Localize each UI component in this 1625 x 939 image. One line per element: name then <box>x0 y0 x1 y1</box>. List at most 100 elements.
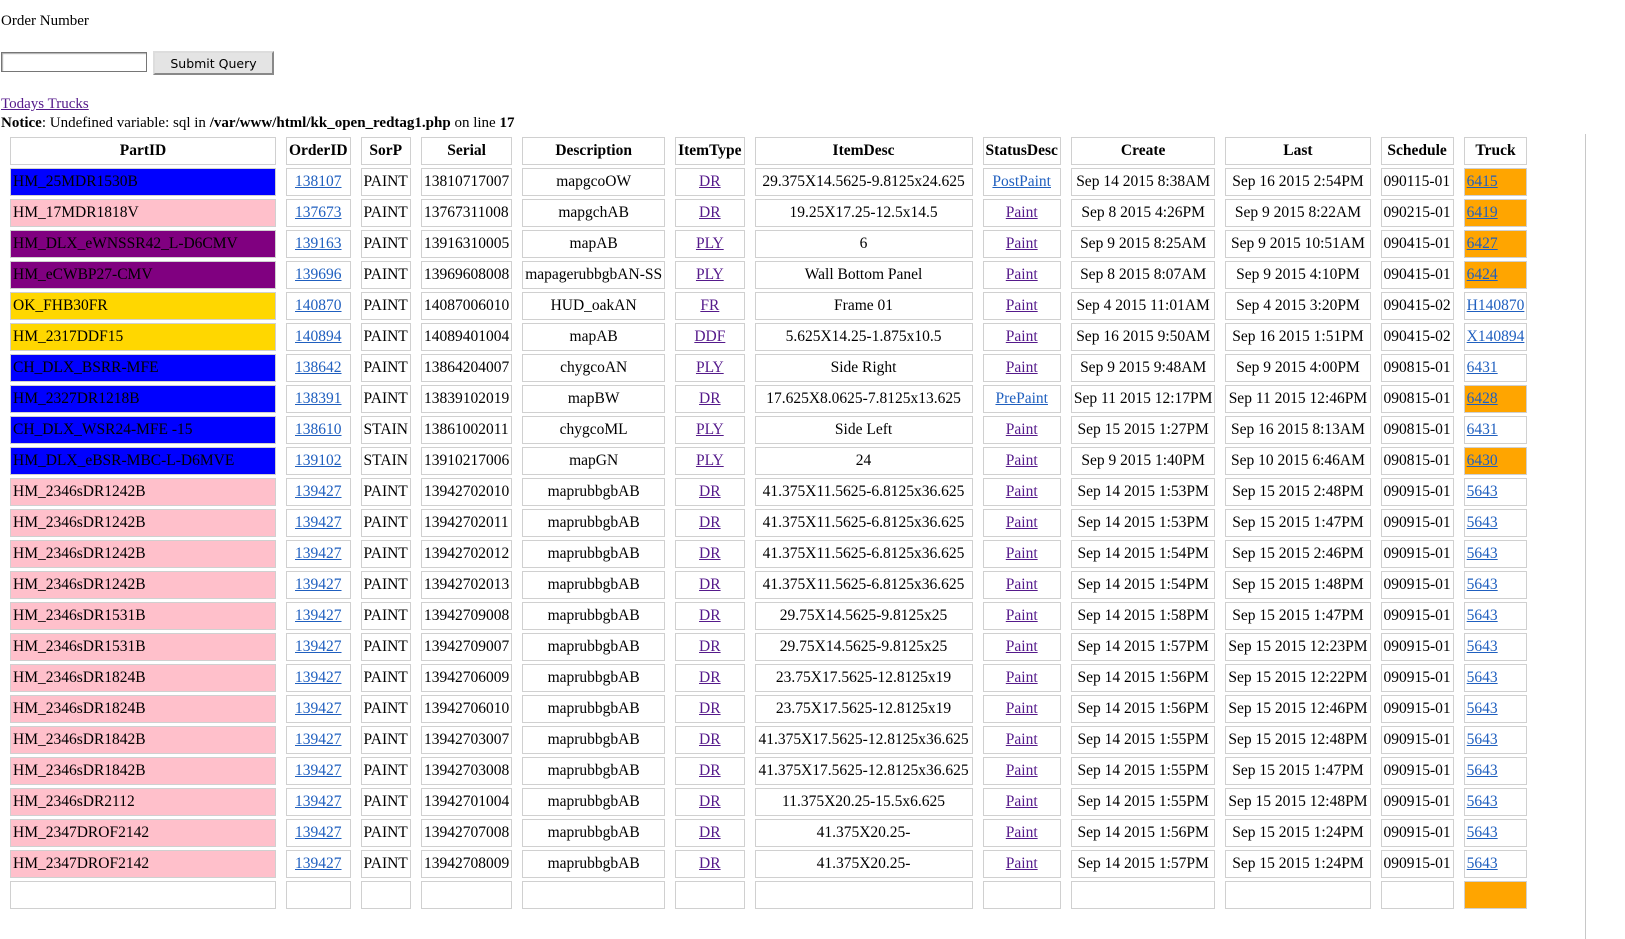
item-type-cell[interactable]: DR <box>675 850 745 878</box>
order-id-link[interactable]: 138610 <box>295 421 342 438</box>
truck-cell[interactable]: 5643 <box>1463 571 1528 599</box>
item-type-link[interactable]: DR <box>699 204 721 221</box>
item-type-cell[interactable] <box>675 881 745 909</box>
status-link[interactable]: Paint <box>1006 297 1038 314</box>
order-id-cell[interactable]: 139163 <box>286 230 351 258</box>
order-id-link[interactable]: 139427 <box>295 514 342 531</box>
item-type-cell[interactable]: PLY <box>675 416 745 444</box>
item-type-link[interactable]: PLY <box>696 266 724 283</box>
order-id-cell[interactable]: 139427 <box>286 788 351 816</box>
truck-cell[interactable]: 5643 <box>1463 695 1528 723</box>
order-id-link[interactable]: 139427 <box>295 855 342 872</box>
truck-link[interactable]: 5643 <box>1467 824 1498 841</box>
order-id-link[interactable]: 138391 <box>295 390 342 407</box>
status-link[interactable]: PrePaint <box>995 390 1048 407</box>
item-type-link[interactable]: DR <box>699 576 721 593</box>
status-cell[interactable]: Paint <box>982 416 1061 444</box>
truck-link[interactable]: 5643 <box>1467 669 1498 686</box>
status-cell[interactable]: Paint <box>982 788 1061 816</box>
order-id-cell[interactable]: 139102 <box>286 447 351 475</box>
order-id-link[interactable]: 138107 <box>295 173 342 190</box>
truck-cell[interactable]: 5643 <box>1463 757 1528 785</box>
truck-link[interactable]: 5643 <box>1467 793 1498 810</box>
status-link[interactable]: Paint <box>1006 731 1038 748</box>
status-link[interactable]: Paint <box>1006 421 1038 438</box>
order-id-cell[interactable] <box>286 881 351 909</box>
status-link[interactable]: Paint <box>1006 793 1038 810</box>
item-type-cell[interactable]: DR <box>675 819 745 847</box>
truck-cell[interactable]: 6424 <box>1463 261 1528 289</box>
truck-cell[interactable]: 5643 <box>1463 633 1528 661</box>
status-cell[interactable]: Paint <box>982 664 1061 692</box>
truck-cell[interactable]: 5643 <box>1463 540 1528 568</box>
order-id-link[interactable]: 139102 <box>295 452 342 469</box>
truck-cell[interactable]: H140870 <box>1463 292 1528 320</box>
item-type-cell[interactable]: PLY <box>675 230 745 258</box>
status-cell[interactable]: Paint <box>982 199 1061 227</box>
truck-cell[interactable] <box>1463 881 1528 909</box>
order-id-cell[interactable]: 139427 <box>286 695 351 723</box>
truck-link[interactable]: 5643 <box>1467 545 1498 562</box>
truck-link[interactable]: 6427 <box>1467 235 1498 252</box>
truck-cell[interactable]: 5643 <box>1463 788 1528 816</box>
order-id-link[interactable]: 139427 <box>295 483 342 500</box>
order-id-cell[interactable]: 138642 <box>286 354 351 382</box>
status-cell[interactable]: Paint <box>982 695 1061 723</box>
status-cell[interactable] <box>982 881 1061 909</box>
item-type-cell[interactable]: DR <box>675 571 745 599</box>
truck-link[interactable]: 6430 <box>1467 452 1498 469</box>
order-id-link[interactable]: 139427 <box>295 700 342 717</box>
status-link[interactable]: Paint <box>1006 824 1038 841</box>
status-link[interactable]: Paint <box>1006 514 1038 531</box>
order-id-cell[interactable]: 139427 <box>286 540 351 568</box>
truck-cell[interactable]: 5643 <box>1463 850 1528 878</box>
truck-link[interactable]: 5643 <box>1467 700 1498 717</box>
item-type-cell[interactable]: DR <box>675 726 745 754</box>
status-cell[interactable]: Paint <box>982 447 1061 475</box>
status-cell[interactable]: Paint <box>982 571 1061 599</box>
status-cell[interactable]: Paint <box>982 633 1061 661</box>
redtag-table-container[interactable]: PartID OrderID SorP Serial Description ItemTy… <box>0 134 1586 939</box>
truck-link[interactable]: 5643 <box>1467 762 1498 779</box>
order-id-link[interactable]: 139696 <box>295 266 342 283</box>
item-type-link[interactable]: PLY <box>696 421 724 438</box>
truck-cell[interactable]: 6427 <box>1463 230 1528 258</box>
order-id-cell[interactable]: 139427 <box>286 602 351 630</box>
truck-cell[interactable]: 6415 <box>1463 168 1528 196</box>
order-id-cell[interactable]: 138391 <box>286 385 351 413</box>
status-cell[interactable]: PrePaint <box>982 385 1061 413</box>
item-type-cell[interactable]: PLY <box>675 261 745 289</box>
item-type-link[interactable]: DDF <box>694 328 725 345</box>
status-link[interactable]: Paint <box>1006 266 1038 283</box>
status-cell[interactable]: Paint <box>982 757 1061 785</box>
status-cell[interactable]: Paint <box>982 292 1061 320</box>
status-cell[interactable]: Paint <box>982 509 1061 537</box>
order-id-cell[interactable]: 139427 <box>286 726 351 754</box>
item-type-link[interactable]: DR <box>699 607 721 624</box>
item-type-cell[interactable]: DR <box>675 168 745 196</box>
truck-link[interactable]: 5643 <box>1467 855 1498 872</box>
truck-cell[interactable]: 5643 <box>1463 602 1528 630</box>
truck-link[interactable]: 5643 <box>1467 638 1498 655</box>
order-id-link[interactable]: 139427 <box>295 762 342 779</box>
order-id-cell[interactable]: 139427 <box>286 478 351 506</box>
item-type-cell[interactable]: PLY <box>675 447 745 475</box>
truck-cell[interactable]: 5643 <box>1463 478 1528 506</box>
truck-cell[interactable]: 5643 <box>1463 726 1528 754</box>
status-link[interactable]: Paint <box>1006 700 1038 717</box>
status-link[interactable]: Paint <box>1006 638 1038 655</box>
item-type-link[interactable]: PLY <box>696 452 724 469</box>
truck-cell[interactable]: 5643 <box>1463 664 1528 692</box>
truck-link[interactable]: 6415 <box>1467 173 1498 190</box>
item-type-link[interactable]: PLY <box>696 359 724 376</box>
status-link[interactable]: Paint <box>1006 855 1038 872</box>
status-cell[interactable]: PostPaint <box>982 168 1061 196</box>
order-id-link[interactable]: 137673 <box>295 204 342 221</box>
order-id-link[interactable]: 139427 <box>295 669 342 686</box>
order-id-link[interactable]: 139427 <box>295 793 342 810</box>
truck-link[interactable]: 5643 <box>1467 514 1498 531</box>
truck-link[interactable]: H140870 <box>1467 297 1525 314</box>
item-type-link[interactable]: DR <box>699 731 721 748</box>
item-type-link[interactable]: DR <box>699 514 721 531</box>
item-type-cell[interactable]: DR <box>675 385 745 413</box>
